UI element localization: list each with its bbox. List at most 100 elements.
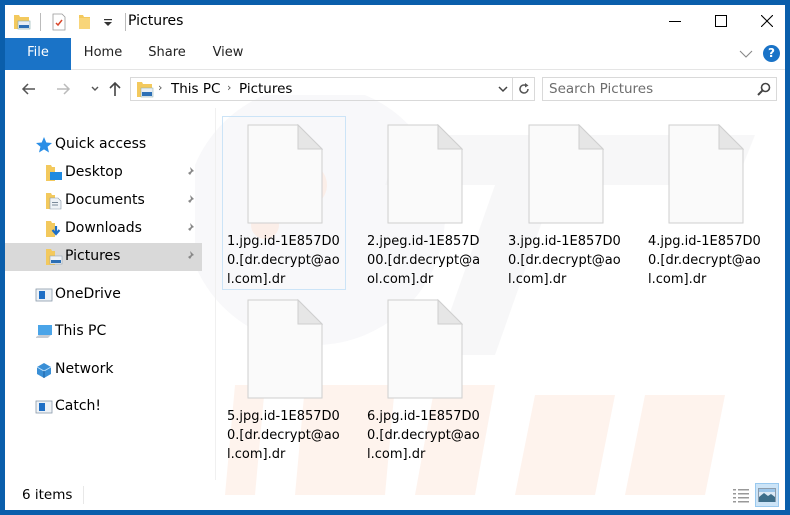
tab-share[interactable]: Share: [141, 38, 193, 70]
file-item[interactable]: 4.jpg.id-1E857D0 0.[dr.decrypt@ao l.com]…: [643, 116, 767, 290]
nav-label: Quick access: [55, 136, 147, 152]
up-button[interactable]: [105, 79, 125, 99]
nav-item-pictures[interactable]: Pictures: [5, 243, 202, 271]
this-pc-icon: [36, 325, 52, 338]
nav-item-this-pc[interactable]: This PC: [5, 318, 202, 346]
status-bar: 6 items: [5, 480, 785, 510]
pin-icon[interactable]: [183, 250, 195, 264]
file-item[interactable]: 5.jpg.id-1E857D0 0.[dr.decrypt@ao l.com]…: [222, 291, 346, 465]
file-name: 3.jpg.id-1E857D0 0.[dr.decrypt@ao l.com]…: [508, 232, 626, 289]
file-name-line: 6.jpg.id-1E857D0: [367, 409, 480, 424]
nav-item-desktop[interactable]: Desktop: [5, 159, 202, 187]
nav-item-onedrive[interactable]: OneDrive: [5, 281, 202, 309]
file-name-line: l.com].dr: [227, 272, 286, 287]
file-name: 1.jpg.id-1E857D0 0.[dr.decrypt@ao l.com]…: [227, 232, 345, 289]
address-history-chevron-icon[interactable]: [496, 82, 510, 96]
tab-view[interactable]: View: [203, 38, 253, 70]
file-item[interactable]: 2.jpeg.id-1E857D 00.[dr.decrypt@a ol.com…: [362, 116, 486, 290]
pictures-folder-icon: [137, 82, 154, 98]
onedrive-icon: [35, 288, 53, 302]
file-list: 1.jpg.id-1E857D0 0.[dr.decrypt@ao l.com]…: [216, 108, 785, 480]
large-icons-view-icon: [758, 488, 776, 502]
file-name-line: 3.jpg.id-1E857D0: [508, 234, 621, 249]
folder-pictures-icon[interactable]: [12, 12, 32, 32]
expand-ribbon-chevron-icon[interactable]: [739, 47, 753, 61]
customize-dropdown-icon[interactable]: [101, 12, 115, 32]
breadcrumb-separator[interactable]: ›: [158, 81, 162, 94]
file-name-line: 1.jpg.id-1E857D0: [227, 234, 340, 249]
file-name: 6.jpg.id-1E857D0 0.[dr.decrypt@ao l.com]…: [367, 407, 485, 464]
file-item[interactable]: 6.jpg.id-1E857D0 0.[dr.decrypt@ao l.com]…: [362, 291, 486, 465]
nav-label: Desktop: [65, 164, 123, 180]
file-name-line: 5.jpg.id-1E857D0: [227, 409, 340, 424]
maximize-icon: [715, 15, 727, 27]
minimize-icon: [669, 21, 681, 22]
forward-arrow-icon: [57, 83, 71, 95]
file-name-line: ol.com].dr: [367, 272, 434, 287]
catch-drive-icon: [35, 400, 53, 414]
file-item[interactable]: 1.jpg.id-1E857D0 0.[dr.decrypt@ao l.com]…: [222, 116, 346, 290]
nav-item-documents[interactable]: Documents: [5, 187, 202, 215]
title-bar: Pictures: [5, 5, 785, 38]
pin-icon[interactable]: [183, 166, 195, 180]
window-title: Pictures: [128, 13, 184, 29]
back-arrow-icon: [21, 83, 35, 95]
back-button[interactable]: [19, 79, 39, 99]
blank-file-icon: [247, 299, 323, 399]
nav-item-quick-access[interactable]: Quick access: [5, 131, 202, 159]
blank-file-icon: [387, 299, 463, 399]
file-name-line: 0.[dr.decrypt@ao: [367, 428, 480, 443]
forward-button[interactable]: [53, 79, 73, 99]
search-box: [542, 77, 777, 101]
file-name-line: 00.[dr.decrypt@a: [367, 253, 481, 268]
refresh-icon: [518, 83, 529, 94]
pin-icon[interactable]: [183, 194, 195, 208]
nav-item-network[interactable]: Network: [5, 356, 202, 384]
file-name: 5.jpg.id-1E857D0 0.[dr.decrypt@ao l.com]…: [227, 407, 345, 464]
tab-home[interactable]: Home: [75, 38, 131, 70]
address-bar[interactable]: › This PC › Pictures: [130, 77, 535, 101]
nav-item-downloads[interactable]: Downloads: [5, 215, 202, 243]
file-name-line: l.com].dr: [508, 272, 567, 287]
ribbon: File Home Share View ?: [5, 38, 785, 70]
file-name-line: 0.[dr.decrypt@ao: [227, 428, 340, 443]
breadcrumb-this-pc[interactable]: This PC: [171, 81, 220, 97]
documents-folder-icon: [46, 193, 62, 210]
pin-icon[interactable]: [183, 222, 195, 236]
downloads-folder-icon: [46, 221, 61, 237]
refresh-button[interactable]: [512, 78, 534, 100]
large-icons-view-button[interactable]: [755, 483, 779, 507]
file-item[interactable]: 3.jpg.id-1E857D0 0.[dr.decrypt@ao l.com]…: [503, 116, 627, 290]
maximize-button[interactable]: [698, 5, 744, 37]
toolbar-separator: [40, 13, 41, 31]
properties-icon[interactable]: [49, 12, 69, 32]
new-folder-icon[interactable]: [75, 12, 95, 32]
close-button[interactable]: [744, 5, 785, 37]
details-view-button[interactable]: [729, 483, 753, 507]
search-icon[interactable]: [756, 81, 772, 97]
nav-label: OneDrive: [55, 286, 121, 302]
nav-item-catch[interactable]: Catch!: [5, 393, 202, 421]
star-icon: [36, 137, 52, 153]
minimize-button[interactable]: [652, 5, 698, 37]
file-name-line: 2.jpeg.id-1E857D: [367, 234, 480, 249]
navigation-pane: Quick access Desktop Documents Downloads…: [5, 108, 210, 480]
blank-file-icon: [668, 124, 744, 224]
breadcrumb-separator[interactable]: ›: [227, 81, 231, 94]
help-button[interactable]: ?: [763, 45, 780, 62]
nav-label: Downloads: [65, 220, 142, 236]
recent-locations-button[interactable]: [85, 79, 105, 99]
file-name-line: l.com].dr: [648, 272, 707, 287]
network-icon: [36, 363, 52, 378]
breadcrumb-pictures[interactable]: Pictures: [239, 81, 292, 97]
nav-label: Network: [55, 361, 114, 377]
file-name-line: 0.[dr.decrypt@ao: [227, 253, 340, 268]
nav-label: Catch!: [55, 398, 102, 414]
pictures-folder-icon: [46, 249, 63, 265]
nav-label: Pictures: [65, 248, 121, 264]
blank-file-icon: [387, 124, 463, 224]
tab-file[interactable]: File: [5, 38, 71, 70]
search-input[interactable]: [543, 78, 748, 100]
file-explorer-window: Pictures File Home Share View ? › This P…: [5, 5, 785, 510]
file-name-line: l.com].dr: [227, 447, 286, 462]
